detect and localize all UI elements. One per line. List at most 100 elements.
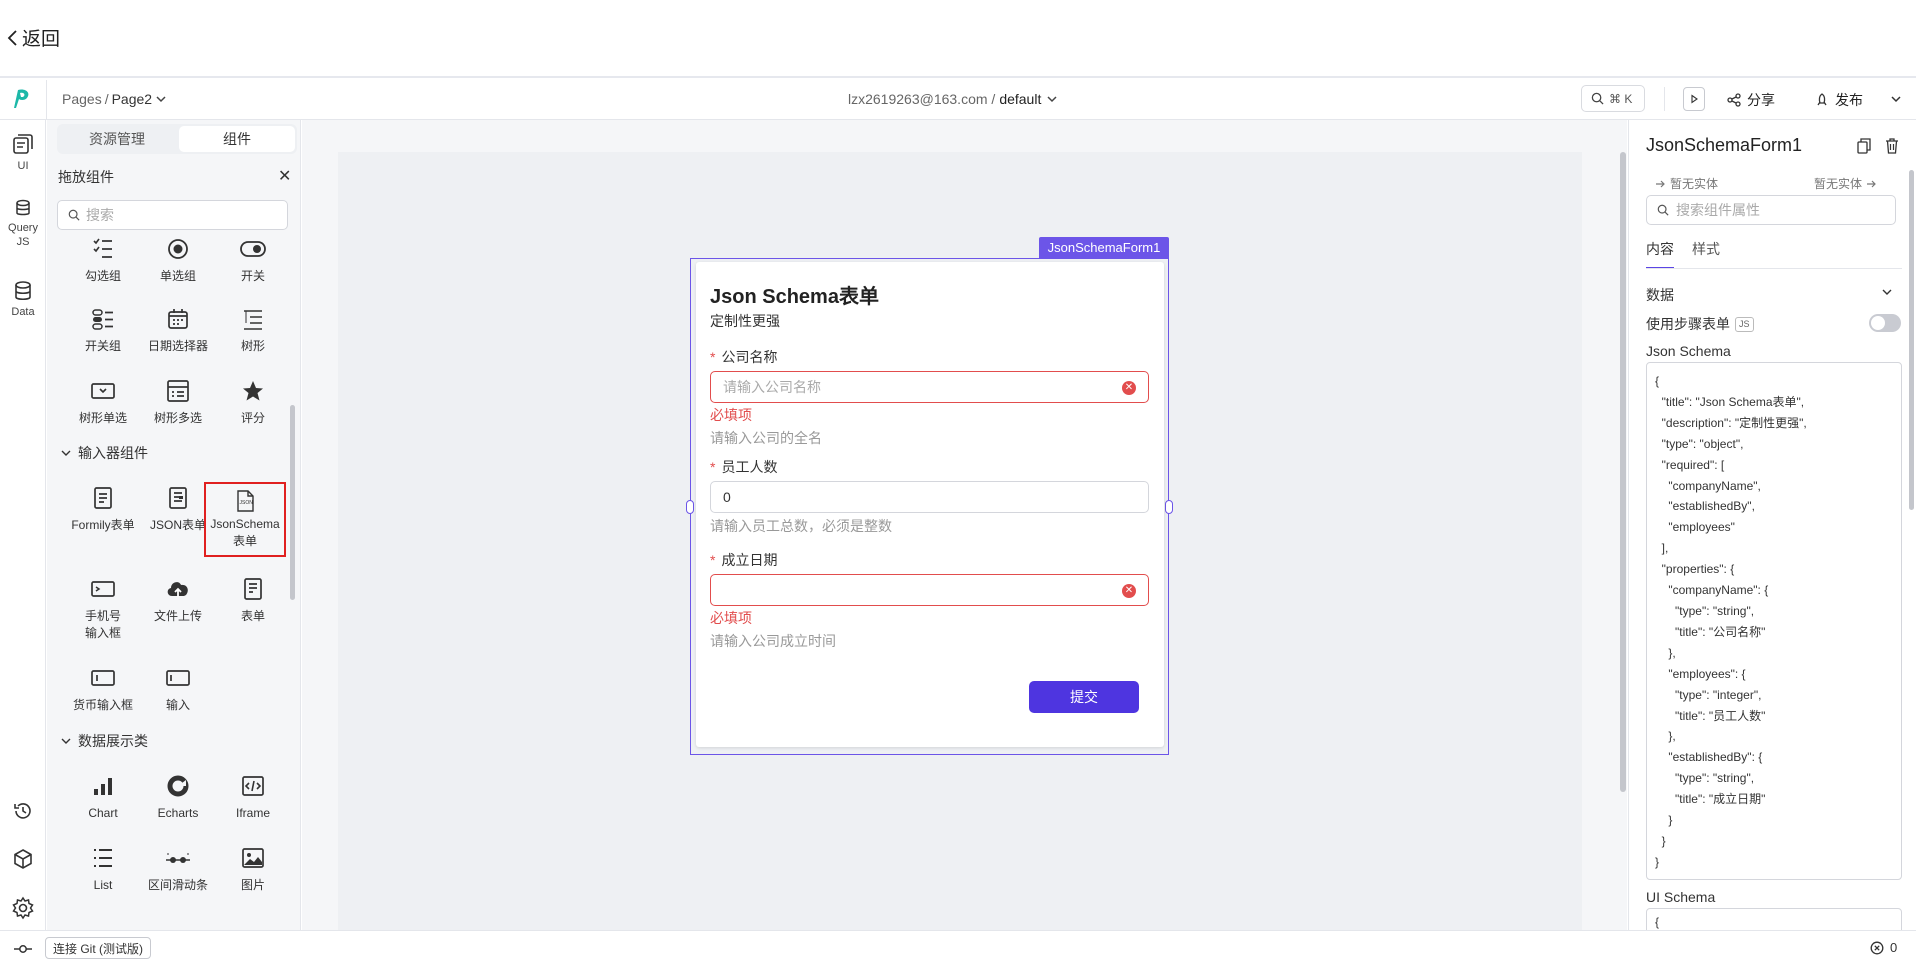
tree-select-icon	[89, 377, 117, 405]
component-echarts[interactable]: Echarts	[141, 772, 215, 822]
back-label: 返回	[22, 29, 61, 50]
section-input-components[interactable]: 输入器组件	[61, 443, 148, 463]
canvas-scrollbar[interactable]	[1620, 152, 1626, 792]
component-currency-input[interactable]: 货币输入框	[66, 664, 140, 714]
entity-left-label: 暂无实体	[1670, 177, 1719, 191]
rail-packages[interactable]	[0, 848, 46, 870]
component-chart[interactable]: Chart	[66, 772, 140, 822]
section-data-title[interactable]: 数据	[1646, 285, 1674, 305]
component-label: Chart	[88, 806, 118, 820]
json-schema-editor[interactable]: { "title": "Json Schema表单", "description…	[1646, 362, 1902, 880]
component-range-slider[interactable]: 区间滑动条	[141, 844, 215, 894]
component-search-placeholder: 搜索	[86, 207, 114, 223]
publish-button[interactable]: 发布	[1815, 90, 1863, 110]
component-list[interactable]: List	[66, 844, 140, 894]
tab-components[interactable]: 组件	[179, 126, 295, 152]
breadcrumb-separator: /	[104, 91, 109, 107]
panel-title: 拖放组件	[58, 169, 114, 185]
component-switch-group[interactable]: 开关组	[66, 305, 140, 355]
resize-handle-left[interactable]	[686, 500, 694, 514]
breadcrumb[interactable]: Pages / Page2	[62, 91, 167, 107]
step-form-toggle[interactable]	[1869, 314, 1901, 332]
global-search-button[interactable]: ⌘ K	[1581, 85, 1645, 112]
range-slider-icon	[164, 844, 192, 872]
component-date-picker[interactable]: 日期选择器	[141, 305, 215, 355]
entity-link-right[interactable]: 暂无实体	[1814, 175, 1877, 192]
rail-settings[interactable]	[0, 896, 46, 920]
component-tree-multiselect[interactable]: 树形多选	[141, 377, 215, 427]
ui-schema-editor[interactable]: {	[1646, 908, 1902, 930]
inspector-scrollbar[interactable]	[1909, 170, 1914, 510]
tab-style[interactable]: 样式	[1692, 239, 1720, 269]
trash-icon[interactable]	[1885, 138, 1899, 154]
component-label: JSON表单	[149, 518, 206, 532]
component-checkbox-group[interactable]: 勾选组	[66, 235, 140, 285]
breadcrumb-root[interactable]: Pages	[62, 91, 102, 107]
inspector-tabs: 内容 样式	[1646, 239, 1720, 269]
selected-widget-tag[interactable]: JsonSchemaForm1	[1039, 237, 1169, 258]
chevron-down-icon	[61, 738, 71, 744]
chevron-down-icon	[61, 450, 71, 456]
established-date-input[interactable]: ✕	[710, 574, 1149, 606]
git-commit-icon[interactable]	[13, 941, 33, 957]
error-counter[interactable]: 0	[1870, 940, 1897, 955]
rail-history[interactable]	[0, 800, 46, 822]
chevron-down-icon[interactable]	[1881, 288, 1893, 296]
component-image[interactable]: 图片	[216, 844, 290, 894]
calendar-icon	[164, 305, 192, 333]
component-label: 勾选组	[84, 269, 121, 283]
app-logo-icon[interactable]	[10, 87, 34, 111]
js-toggle-badge[interactable]: JS	[1735, 316, 1754, 332]
submit-button[interactable]: 提交	[1029, 681, 1139, 713]
close-icon[interactable]: ✕	[278, 166, 291, 186]
resize-handle-right[interactable]	[1165, 500, 1173, 514]
preview-button[interactable]	[1683, 87, 1705, 111]
property-search-input[interactable]: 搜索组件属性	[1646, 195, 1896, 225]
breadcrumb-page[interactable]: Page2	[112, 91, 152, 107]
tab-resources[interactable]: 资源管理	[59, 126, 175, 152]
component-input[interactable]: 输入	[141, 664, 215, 714]
tab-content[interactable]: 内容	[1646, 239, 1674, 269]
component-tree[interactable]: 树形	[216, 305, 290, 355]
chevron-down-icon[interactable]	[1889, 93, 1903, 105]
search-shortcut: ⌘ K	[1609, 91, 1633, 106]
component-switch[interactable]: 开关	[216, 235, 290, 285]
chevron-down-icon[interactable]	[1045, 94, 1059, 104]
connect-git-button[interactable]: 连接 Git (测试版)	[45, 937, 151, 959]
rail-data[interactable]: Data	[0, 280, 46, 319]
component-rating[interactable]: 评分	[216, 377, 290, 427]
rail-query[interactable]: Query JS	[0, 198, 46, 249]
component-file-upload[interactable]: 文件上传	[141, 575, 215, 625]
workspace-selector[interactable]: lzx2619263@163.com / default	[848, 91, 1059, 107]
copy-icon[interactable]	[1857, 138, 1871, 154]
component-radio-group[interactable]: 单选组	[141, 235, 215, 285]
svg-text:JSON: JSON	[240, 500, 254, 506]
rail-ui[interactable]: UI	[0, 132, 46, 173]
employees-input[interactable]: 0	[710, 481, 1149, 513]
company-name-input[interactable]: 请输入公司名称 ✕	[710, 371, 1149, 403]
section-data-display[interactable]: 数据展示类	[61, 731, 148, 751]
chevron-down-icon[interactable]	[155, 94, 167, 104]
switch-group-icon	[89, 305, 117, 333]
share-button[interactable]: 分享	[1727, 90, 1775, 110]
component-search-input[interactable]: 搜索	[57, 200, 288, 230]
clear-icon[interactable]: ✕	[1122, 584, 1136, 598]
search-icon	[1657, 204, 1669, 216]
gear-icon	[12, 896, 34, 920]
component-label: 评分	[240, 411, 265, 425]
component-phone-input[interactable]: 手机号 输入框	[66, 575, 140, 642]
entity-link-left[interactable]: 暂无实体	[1655, 175, 1718, 192]
company-name-help: 请输入公司的全名	[710, 430, 822, 446]
component-jsonschema-form[interactable]: JSON JsonSchema 表单	[204, 482, 286, 557]
clear-icon[interactable]: ✕	[1122, 381, 1136, 395]
component-label: 表单	[240, 609, 265, 623]
component-iframe[interactable]: Iframe	[216, 772, 290, 822]
component-form[interactable]: 表单	[216, 575, 290, 625]
component-tree-select[interactable]: 树形单选	[66, 377, 140, 427]
status-bar: 连接 Git (测试版) 0	[0, 930, 1916, 967]
back-button[interactable]: 返回	[6, 24, 60, 51]
component-formily-form[interactable]: Formily表单	[66, 484, 140, 534]
workspace-env[interactable]: default	[999, 91, 1041, 107]
inspector-title[interactable]: JsonSchemaForm1	[1646, 135, 1802, 156]
panel-scrollbar[interactable]	[290, 405, 295, 600]
